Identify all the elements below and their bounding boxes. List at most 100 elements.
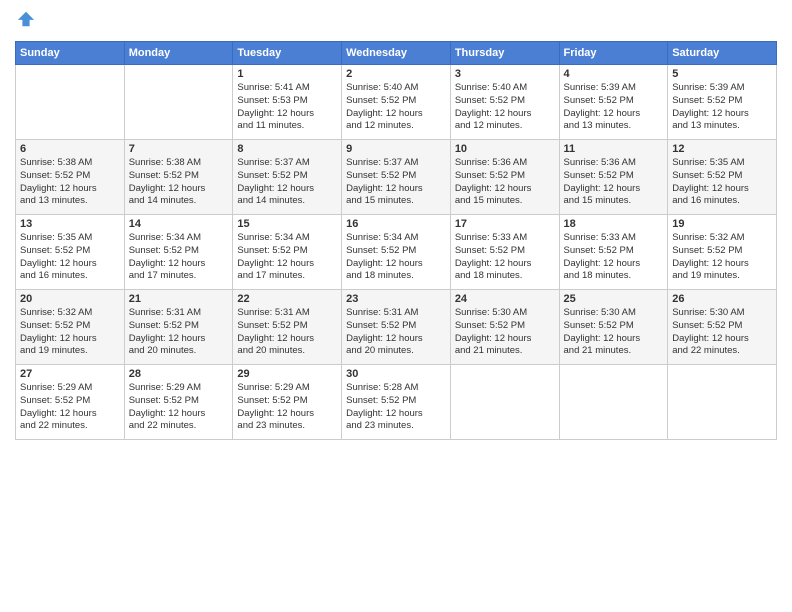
day-info: Sunrise: 5:34 AM Sunset: 5:52 PM Dayligh… — [129, 232, 229, 283]
day-info: Sunrise: 5:35 AM Sunset: 5:52 PM Dayligh… — [20, 232, 120, 283]
calendar-cell: 26Sunrise: 5:30 AM Sunset: 5:52 PM Dayli… — [668, 290, 777, 365]
calendar-cell: 24 Sunrise: 5:30 AM Sunset: 5:52 PM Dayli… — [450, 290, 559, 365]
calendar-cell — [450, 365, 559, 440]
calendar-cell: 30 Sunrise: 5:28 AM Sunset: 5:52 PM Dayli… — [342, 365, 451, 440]
calendar-header-tuesday: Tuesday — [233, 42, 342, 65]
calendar-cell — [559, 365, 668, 440]
day-info: Sunrise: 5:29 AM Sunset: 5:52 PM Dayligh… — [129, 382, 229, 433]
calendar-header-sunday: Sunday — [16, 42, 125, 65]
day-number: 30 — [346, 368, 446, 380]
day-info: Sunrise: 5:38 AM Sunset: 5:52 PM Dayligh… — [129, 157, 229, 208]
calendar-header-monday: Monday — [124, 42, 233, 65]
day-info: Sunrise: 5:34 AM Sunset: 5:52 PM Dayligh… — [237, 232, 337, 283]
day-number: 3 — [455, 68, 555, 80]
calendar-cell: 11 Sunrise: 5:36 AM Sunset: 5:52 PM Dayli… — [559, 140, 668, 215]
calendar-cell: 8 Sunrise: 5:37 AM Sunset: 5:52 PM Daylig… — [233, 140, 342, 215]
calendar-cell: 7 Sunrise: 5:38 AM Sunset: 5:52 PM Daylig… — [124, 140, 233, 215]
calendar-cell: 10Sunrise: 5:36 AM Sunset: 5:52 PM Dayli… — [450, 140, 559, 215]
day-info: Sunrise: 5:31 AM Sunset: 5:52 PM Dayligh… — [346, 307, 446, 358]
calendar-cell: 28 Sunrise: 5:29 AM Sunset: 5:52 PM Dayli… — [124, 365, 233, 440]
calendar-header-row: SundayMondayTuesdayWednesdayThursdayFrid… — [16, 42, 777, 65]
calendar-cell: 23 Sunrise: 5:31 AM Sunset: 5:52 PM Dayli… — [342, 290, 451, 365]
day-number: 9 — [346, 143, 446, 155]
day-number: 6 — [20, 143, 120, 155]
day-info: Sunrise: 5:37 AM Sunset: 5:52 PM Dayligh… — [346, 157, 446, 208]
day-info: Sunrise: 5:41 AM Sunset: 5:53 PM Dayligh… — [237, 82, 337, 133]
day-number: 28 — [129, 368, 229, 380]
day-number: 13 — [20, 218, 120, 230]
calendar-cell: 17 Sunrise: 5:33 AM Sunset: 5:52 PM Dayli… — [450, 215, 559, 290]
day-info: Sunrise: 5:34 AM Sunset: 5:52 PM Dayligh… — [346, 232, 446, 283]
day-number: 23 — [346, 293, 446, 305]
day-number: 25 — [564, 293, 664, 305]
day-number: 5 — [672, 68, 772, 80]
calendar-cell: 12Sunrise: 5:35 AM Sunset: 5:52 PM Dayli… — [668, 140, 777, 215]
day-number: 11 — [564, 143, 664, 155]
day-number: 22 — [237, 293, 337, 305]
day-info: Sunrise: 5:31 AM Sunset: 5:52 PM Dayligh… — [237, 307, 337, 358]
calendar-week-5: 27 Sunrise: 5:29 AM Sunset: 5:52 PM Dayli… — [16, 365, 777, 440]
day-info: Sunrise: 5:39 AM Sunset: 5:52 PM Dayligh… — [672, 82, 772, 133]
day-info: Sunrise: 5:31 AM Sunset: 5:52 PM Dayligh… — [129, 307, 229, 358]
day-info: Sunrise: 5:36 AM Sunset: 5:52 PM Dayligh… — [564, 157, 664, 208]
day-info: Sunrise: 5:37 AM Sunset: 5:52 PM Dayligh… — [237, 157, 337, 208]
day-number: 7 — [129, 143, 229, 155]
calendar-week-3: 13 Sunrise: 5:35 AM Sunset: 5:52 PM Dayli… — [16, 215, 777, 290]
calendar-cell: 19 Sunrise: 5:32 AM Sunset: 5:52 PM Dayli… — [668, 215, 777, 290]
day-info: Sunrise: 5:32 AM Sunset: 5:52 PM Dayligh… — [672, 232, 772, 283]
calendar-cell: 4Sunrise: 5:39 AM Sunset: 5:52 PM Daylig… — [559, 65, 668, 140]
day-info: Sunrise: 5:33 AM Sunset: 5:52 PM Dayligh… — [455, 232, 555, 283]
calendar-cell: 27Sunrise: 5:29 AM Sunset: 5:52 PM Dayli… — [16, 365, 125, 440]
day-number: 2 — [346, 68, 446, 80]
calendar-cell: 9 Sunrise: 5:37 AM Sunset: 5:52 PM Daylig… — [342, 140, 451, 215]
day-info: Sunrise: 5:33 AM Sunset: 5:52 PM Dayligh… — [564, 232, 664, 283]
calendar-cell: 15 Sunrise: 5:34 AM Sunset: 5:52 PM Dayli… — [233, 215, 342, 290]
day-info: Sunrise: 5:30 AM Sunset: 5:52 PM Dayligh… — [564, 307, 664, 358]
day-number: 15 — [237, 218, 337, 230]
calendar-cell — [668, 365, 777, 440]
calendar-cell: 2 Sunrise: 5:40 AM Sunset: 5:52 PM Daylig… — [342, 65, 451, 140]
calendar-week-1: 1 Sunrise: 5:41 AM Sunset: 5:53 PM Daylig… — [16, 65, 777, 140]
calendar-cell: 3 Sunrise: 5:40 AM Sunset: 5:52 PM Daylig… — [450, 65, 559, 140]
calendar-cell: 16 Sunrise: 5:34 AM Sunset: 5:52 PM Dayli… — [342, 215, 451, 290]
calendar-cell: 14 Sunrise: 5:34 AM Sunset: 5:52 PM Dayli… — [124, 215, 233, 290]
day-info: Sunrise: 5:28 AM Sunset: 5:52 PM Dayligh… — [346, 382, 446, 433]
day-number: 8 — [237, 143, 337, 155]
day-number: 27 — [20, 368, 120, 380]
calendar-header-wednesday: Wednesday — [342, 42, 451, 65]
day-number: 17 — [455, 218, 555, 230]
day-number: 18 — [564, 218, 664, 230]
day-number: 10 — [455, 143, 555, 155]
day-number: 20 — [20, 293, 120, 305]
calendar-cell: 5 Sunrise: 5:39 AM Sunset: 5:52 PM Daylig… — [668, 65, 777, 140]
calendar-cell: 29Sunrise: 5:29 AM Sunset: 5:52 PM Dayli… — [233, 365, 342, 440]
day-number: 14 — [129, 218, 229, 230]
day-info: Sunrise: 5:30 AM Sunset: 5:52 PM Dayligh… — [455, 307, 555, 358]
calendar-cell: 13 Sunrise: 5:35 AM Sunset: 5:52 PM Dayli… — [16, 215, 125, 290]
calendar-cell: 6 Sunrise: 5:38 AM Sunset: 5:52 PM Daylig… — [16, 140, 125, 215]
logo-icon — [17, 10, 35, 28]
calendar-cell: 21 Sunrise: 5:31 AM Sunset: 5:52 PM Dayli… — [124, 290, 233, 365]
logo-text — [15, 10, 35, 33]
day-info: Sunrise: 5:40 AM Sunset: 5:52 PM Dayligh… — [346, 82, 446, 133]
day-info: Sunrise: 5:32 AM Sunset: 5:52 PM Dayligh… — [20, 307, 120, 358]
day-info: Sunrise: 5:35 AM Sunset: 5:52 PM Dayligh… — [672, 157, 772, 208]
calendar-header-saturday: Saturday — [668, 42, 777, 65]
calendar-cell: 20 Sunrise: 5:32 AM Sunset: 5:52 PM Dayli… — [16, 290, 125, 365]
calendar-cell — [124, 65, 233, 140]
header — [15, 10, 777, 33]
day-number: 26 — [672, 293, 772, 305]
day-number: 29 — [237, 368, 337, 380]
day-info: Sunrise: 5:38 AM Sunset: 5:52 PM Dayligh… — [20, 157, 120, 208]
logo — [15, 10, 35, 33]
day-number: 16 — [346, 218, 446, 230]
day-number: 24 — [455, 293, 555, 305]
day-number: 1 — [237, 68, 337, 80]
calendar-cell: 18 Sunrise: 5:33 AM Sunset: 5:52 PM Dayli… — [559, 215, 668, 290]
day-info: Sunrise: 5:40 AM Sunset: 5:52 PM Dayligh… — [455, 82, 555, 133]
day-number: 19 — [672, 218, 772, 230]
calendar-header-thursday: Thursday — [450, 42, 559, 65]
day-number: 21 — [129, 293, 229, 305]
calendar-week-4: 20 Sunrise: 5:32 AM Sunset: 5:52 PM Dayli… — [16, 290, 777, 365]
day-number: 4 — [564, 68, 664, 80]
